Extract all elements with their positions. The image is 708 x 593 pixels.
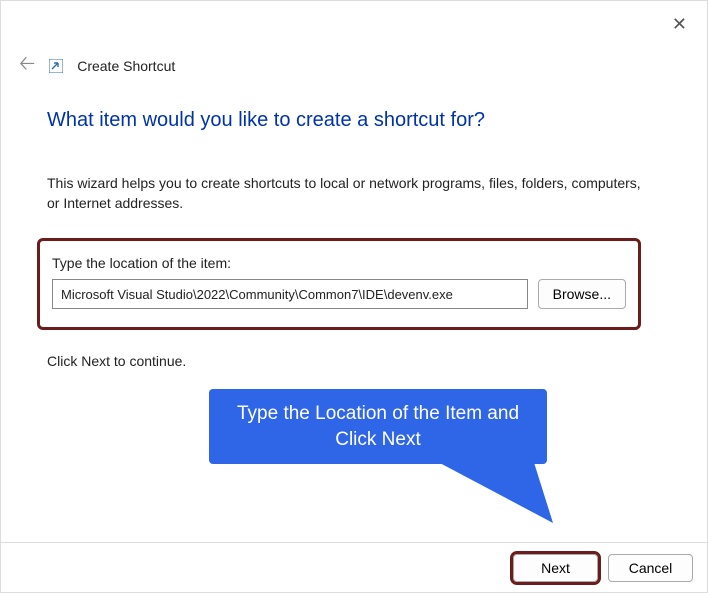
location-row: Browse...	[52, 279, 626, 309]
browse-button[interactable]: Browse...	[538, 279, 626, 309]
continue-hint: Click Next to continue.	[47, 353, 186, 369]
cancel-button[interactable]: Cancel	[608, 554, 693, 582]
next-button[interactable]: Next	[513, 554, 598, 582]
dialog-header: 🡠 Create Shortcut	[19, 49, 175, 83]
dialog-title: Create Shortcut	[77, 58, 175, 74]
wizard-heading: What item would you like to create a sho…	[47, 109, 485, 132]
back-arrow-icon[interactable]: 🡠	[19, 49, 35, 83]
dialog-footer: Next Cancel	[1, 542, 707, 592]
location-group-highlight: Type the location of the item: Browse...	[37, 238, 641, 330]
shortcut-icon	[49, 59, 63, 73]
location-input[interactable]	[52, 279, 528, 309]
wizard-description: This wizard helps you to create shortcut…	[47, 173, 647, 214]
location-label: Type the location of the item:	[52, 255, 626, 271]
close-button[interactable]: ✕	[672, 15, 687, 33]
